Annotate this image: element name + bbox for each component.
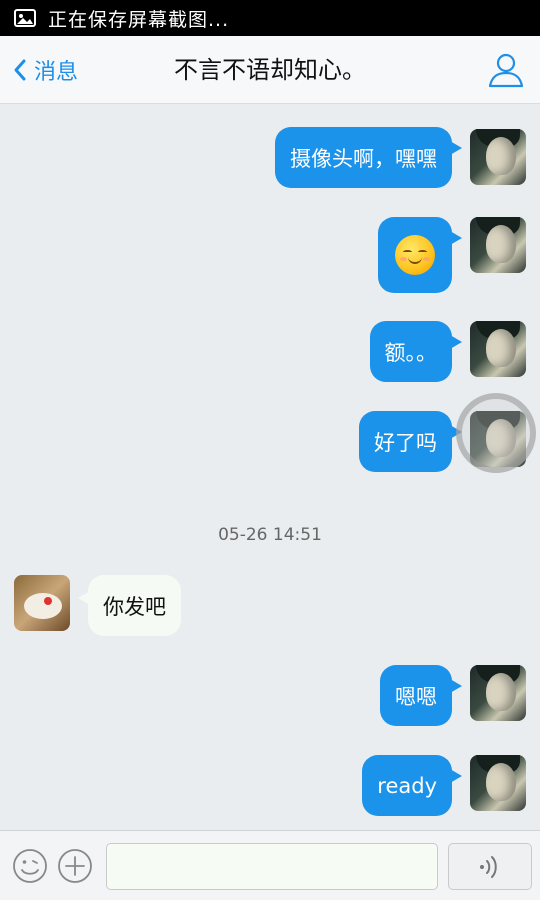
my-avatar[interactable] [470,217,526,273]
my-avatar[interactable] [470,755,526,811]
input-bar [0,830,540,900]
message-input[interactable] [106,843,438,890]
message-bubble-outgoing[interactable]: 好了吗 [359,411,462,472]
message-bubble-outgoing[interactable]: 额。。 [369,321,462,382]
message-bubble-incoming[interactable]: 你发吧 [78,575,181,636]
contact-avatar[interactable] [14,575,70,631]
my-avatar[interactable] [470,665,526,721]
plus-icon[interactable] [57,848,93,884]
voice-button[interactable] [448,843,532,890]
chat-title: 不言不语却知心。 [174,56,366,84]
emoji-icon[interactable] [12,848,48,884]
back-label: 消息 [34,60,79,85]
back-button[interactable]: 消息 [12,36,78,104]
touch-indicator [456,393,536,473]
message-bubble-outgoing[interactable]: 摄像头啊，嘿嘿 [275,127,462,188]
message-timestamp: 05-26 14:51 [218,525,322,545]
my-avatar[interactable] [470,321,526,377]
smiling-emoji-icon [395,235,435,275]
message-list[interactable]: 摄像头啊，嘿嘿 额。。 好了吗 05-26 14:51 你发吧 嗯嗯 ready [0,105,540,830]
message-bubble-outgoing[interactable]: ready [362,755,462,816]
chevron-left-icon [14,59,26,81]
message-bubble-outgoing[interactable] [378,217,462,293]
voice-icon [480,855,497,878]
message-bubble-outgoing[interactable]: 嗯嗯 [380,665,462,726]
screenshot-icon [14,9,36,27]
chat-header: 消息 不言不语却知心。 [0,36,540,104]
status-text: 正在保存屏幕截图... [48,8,230,31]
status-bar: 正在保存屏幕截图... [0,0,540,36]
my-avatar[interactable] [470,129,526,185]
profile-icon[interactable] [486,50,526,90]
